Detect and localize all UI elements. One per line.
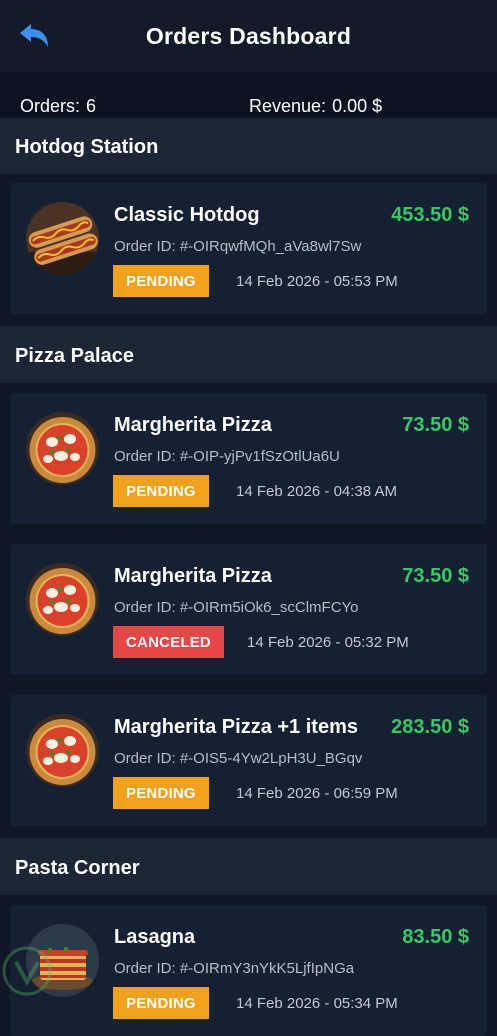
order-id: Order ID: #-OIRmY3nYkK5LjfIpNGa (114, 960, 355, 977)
item-name: Lasagna (114, 926, 196, 948)
pizza-image (26, 412, 99, 485)
group-title: Pizza Palace (15, 345, 134, 367)
item-name: Margherita Pizza (114, 565, 272, 587)
order-price: 73.50 $ (402, 414, 469, 436)
orders-value: 6 (86, 96, 97, 116)
pizza-image (26, 563, 99, 636)
back-arrow-icon (20, 24, 48, 47)
order-price: 283.50 $ (391, 716, 469, 738)
app-bar: Orders Dashboard (0, 0, 497, 72)
group-header-hotdog-station: Hotdog Station (0, 118, 497, 174)
revenue-total: Revenue: 0.00 $ (249, 96, 382, 117)
page-title: Orders Dashboard (145, 22, 352, 49)
orders-count: Orders: 6 (20, 96, 96, 117)
group-header-pizza-palace: Pizza Palace (0, 326, 497, 383)
status-badge: PENDING (113, 987, 209, 1019)
back-button[interactable] (14, 18, 54, 54)
order-id: Order ID: #-OIP-yjPv1fSzOtlUa6U (114, 448, 340, 465)
status-badge: PENDING (113, 265, 209, 297)
hotdog-image (26, 202, 99, 275)
group-title: Hotdog Station (15, 136, 159, 158)
order-price: 453.50 $ (391, 204, 469, 226)
status-badge: PENDING (113, 475, 209, 507)
order-id: Order ID: #-OIRqwfMQh_aVa8wl7Sw (114, 238, 362, 255)
watermark-logo (2, 946, 52, 996)
order-price: 73.50 $ (402, 565, 469, 587)
revenue-value: 0.00 $ (332, 96, 383, 116)
order-date: 14 Feb 2026 - 05:53 PM (236, 273, 398, 290)
order-card[interactable]: Margherita Pizza 73.50 $ Order ID: #-OIR… (10, 544, 487, 675)
order-card[interactable]: Lasagna 83.50 $ Order ID: #-OIRmY3nYkK5L… (10, 905, 487, 1036)
order-date: 14 Feb 2026 - 05:34 PM (236, 995, 398, 1012)
order-card[interactable]: Margherita Pizza +1 items 283.50 $ Order… (10, 695, 487, 826)
order-id: Order ID: #-OIS5-4Yw2LpH3U_BGqv (114, 750, 363, 767)
item-name: Margherita Pizza +1 items (114, 716, 358, 738)
status-badge: PENDING (113, 777, 209, 809)
order-price: 83.50 $ (402, 926, 469, 948)
order-date: 14 Feb 2026 - 05:32 PM (247, 634, 409, 651)
order-date: 14 Feb 2026 - 04:38 AM (236, 483, 397, 500)
order-card[interactable]: Margherita Pizza 73.50 $ Order ID: #-OIP… (10, 393, 487, 524)
revenue-label: Revenue: (249, 96, 327, 116)
item-name: Classic Hotdog (114, 204, 260, 226)
orders-label: Orders: (20, 96, 81, 116)
order-date: 14 Feb 2026 - 06:59 PM (236, 785, 398, 802)
group-title: Pasta Corner (15, 857, 140, 879)
group-header-pasta-corner: Pasta Corner (0, 838, 497, 895)
order-card[interactable]: Classic Hotdog 453.50 $ Order ID: #-OIRq… (10, 183, 487, 314)
item-name: Margherita Pizza (114, 414, 272, 436)
pizza-image (26, 714, 99, 787)
status-badge: CANCELED (113, 626, 224, 658)
order-id: Order ID: #-OIRm5iOk6_scClmFCYo (114, 599, 359, 616)
